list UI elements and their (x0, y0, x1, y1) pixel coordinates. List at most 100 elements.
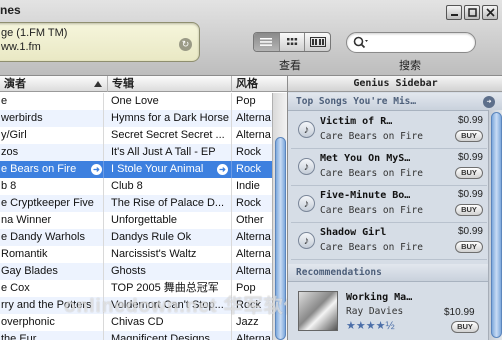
table-row[interactable]: Gay Blades Ghosts Alterna (0, 263, 272, 280)
genre-cell: Alterna (236, 129, 271, 141)
table-row[interactable]: e Cryptkeeper Five The Rise of Palace D.… (0, 195, 272, 212)
view-label: 查看 (279, 60, 301, 72)
top-song-title: Five-Minute Bo… (320, 190, 411, 201)
genre-cell: Alterna (236, 231, 271, 243)
album-artwork[interactable] (298, 291, 338, 331)
recommendation-title: Working Ma… (346, 292, 413, 303)
table-row[interactable]: e Dandy Warhols Dandys Rule Ok Alterna (0, 229, 272, 246)
grid-view-button[interactable] (280, 33, 306, 51)
column-header-genre[interactable]: 风格 (232, 76, 272, 92)
watermark: onlinedown.net 华军软件园 (64, 296, 324, 317)
go-to-artist-icon[interactable]: ➜ (91, 164, 102, 175)
recommendations-section-title: Recommendations (296, 267, 382, 278)
album-cell: Narcissist's Waltz (108, 246, 232, 263)
genre-cell: Alterna (236, 265, 271, 277)
search-label: 搜索 (399, 60, 421, 72)
music-note-icon[interactable]: ♪ (298, 121, 315, 138)
artist-cell: zos (0, 144, 104, 161)
top-song-artist: Care Bears on Fire (320, 205, 423, 216)
table-row[interactable]: b 8 Club 8 Indie (0, 178, 272, 195)
album-cell: Ghosts (108, 263, 232, 280)
close-button[interactable] (482, 5, 498, 20)
buy-button[interactable]: BUY (455, 204, 483, 216)
column-header-artist-label: 演者 (4, 78, 26, 90)
refresh-icon[interactable]: ↻ (179, 38, 192, 51)
top-song-title: Victim of R… (320, 116, 393, 127)
artist-cell: the Eur (0, 331, 104, 340)
sidebar-scroll-thumb[interactable] (491, 112, 502, 338)
go-to-album-icon[interactable]: ➜ (217, 164, 228, 175)
table-row[interactable]: na Winner Unforgettable Other (0, 212, 272, 229)
minimize-button[interactable] (446, 5, 462, 20)
genre-cell: Alterna (236, 112, 271, 124)
buy-button[interactable]: BUY (455, 167, 483, 179)
music-note-icon[interactable]: ♪ (298, 195, 315, 212)
top-song-price: $0.99 (457, 189, 483, 200)
search-input[interactable] (373, 35, 471, 50)
search-box[interactable] (346, 32, 476, 53)
genre-cell: Rock (236, 197, 262, 209)
top-song-price: $0.99 (457, 226, 483, 237)
table-row[interactable]: e One Love Pop (0, 93, 272, 110)
top-song-price: $0.99 (457, 115, 483, 126)
table-row[interactable]: Romantik Narcissist's Waltz Alterna (0, 246, 272, 263)
table-row-selected[interactable]: e Bears on Fire ➜ I Stole Your Animal ➜ … (0, 161, 272, 178)
view-mode-selector (253, 32, 331, 52)
recommendation-price: $10.99 (444, 307, 475, 318)
close-icon (485, 8, 495, 17)
table-row[interactable]: werbirds Hymns for a Dark Horse Alterna (0, 110, 272, 127)
column-header-artist[interactable]: 演者 (0, 76, 108, 92)
artist-cell: werbirds (0, 110, 104, 127)
window-title: nes (0, 3, 21, 17)
sidebar-scrollbar[interactable] (488, 110, 502, 340)
buy-button[interactable]: BUY (455, 241, 483, 253)
music-note-icon[interactable]: ♪ (298, 158, 315, 175)
artist-cell: Romantik (0, 246, 104, 263)
arrow-right-icon[interactable]: ➜ (483, 96, 495, 108)
now-playing-line1: ge (1.FM TM) (1, 27, 68, 39)
top-song-price: $0.99 (457, 152, 483, 163)
column-header-album[interactable]: 专辑 (108, 76, 232, 92)
top-song-item[interactable]: ♪ Five-Minute Bo… Care Bears on Fire $0.… (291, 186, 487, 223)
artist-cell: Gay Blades (0, 263, 104, 280)
now-playing-display[interactable]: ge (1.FM TM) ww.1.fm ↻ (0, 22, 200, 62)
song-list-header: 演者 专辑 风格 (0, 76, 287, 92)
artist-cell: e Cryptkeeper Five (0, 195, 104, 212)
genre-cell: Rock (236, 163, 262, 175)
artist-cell: b 8 (0, 178, 104, 195)
table-row[interactable]: y/Girl Secret Secret Secret ... Alterna (0, 127, 272, 144)
buy-button[interactable]: BUY (455, 130, 483, 142)
artist-cell: e (0, 93, 104, 110)
window-controls (446, 5, 498, 20)
top-song-item[interactable]: ♪ Shadow Girl Care Bears on Fire $0.99 B… (291, 223, 487, 260)
top-song-item[interactable]: ♪ Met You On MyS… Care Bears on Fire $0.… (291, 149, 487, 186)
genre-cell: Indie (236, 180, 260, 192)
list-view-button[interactable] (254, 33, 280, 51)
album-cell: I Stole Your Animal (108, 161, 232, 178)
music-note-icon[interactable]: ♪ (298, 232, 315, 249)
now-playing-line2: ww.1.fm (1, 41, 41, 53)
coverflow-view-button[interactable] (305, 33, 330, 51)
album-cell: Dandys Rule Ok (108, 229, 232, 246)
album-cell: Club 8 (108, 178, 232, 195)
album-cell: Magnificent Designs (108, 331, 232, 340)
top-songs-section-title: Top Songs You're Mis… (296, 96, 417, 107)
buy-button[interactable]: BUY (451, 321, 479, 333)
table-row[interactable]: zos It's All Just A Tall - EP Rock (0, 144, 272, 161)
genre-cell: Other (236, 214, 264, 226)
artist-cell: y/Girl (0, 127, 104, 144)
toolbar: nes ge (1.FM TM) ww.1.fm ↻ 查看 搜索 (0, 0, 502, 76)
top-song-artist: Care Bears on Fire (320, 131, 423, 142)
album-cell: Secret Secret Secret ... (108, 127, 232, 144)
artist-cell: e Bears on Fire (0, 161, 104, 178)
star-rating-icon: ★★★★½ (346, 320, 395, 332)
album-cell: The Rise of Palace D... (108, 195, 232, 212)
table-row[interactable]: the Eur Magnificent Designs Alterna (0, 331, 272, 340)
top-songs-section-header[interactable]: Top Songs You're Mis… ➜ (288, 93, 502, 111)
maximize-button[interactable] (464, 5, 480, 20)
artist-cell: na Winner (0, 212, 104, 229)
sort-ascending-icon (94, 81, 102, 87)
top-song-item[interactable]: ♪ Victim of R… Care Bears on Fire $0.99 … (291, 112, 487, 149)
recommendations-section-header[interactable]: Recommendations (288, 264, 502, 282)
top-song-artist: Care Bears on Fire (320, 168, 423, 179)
